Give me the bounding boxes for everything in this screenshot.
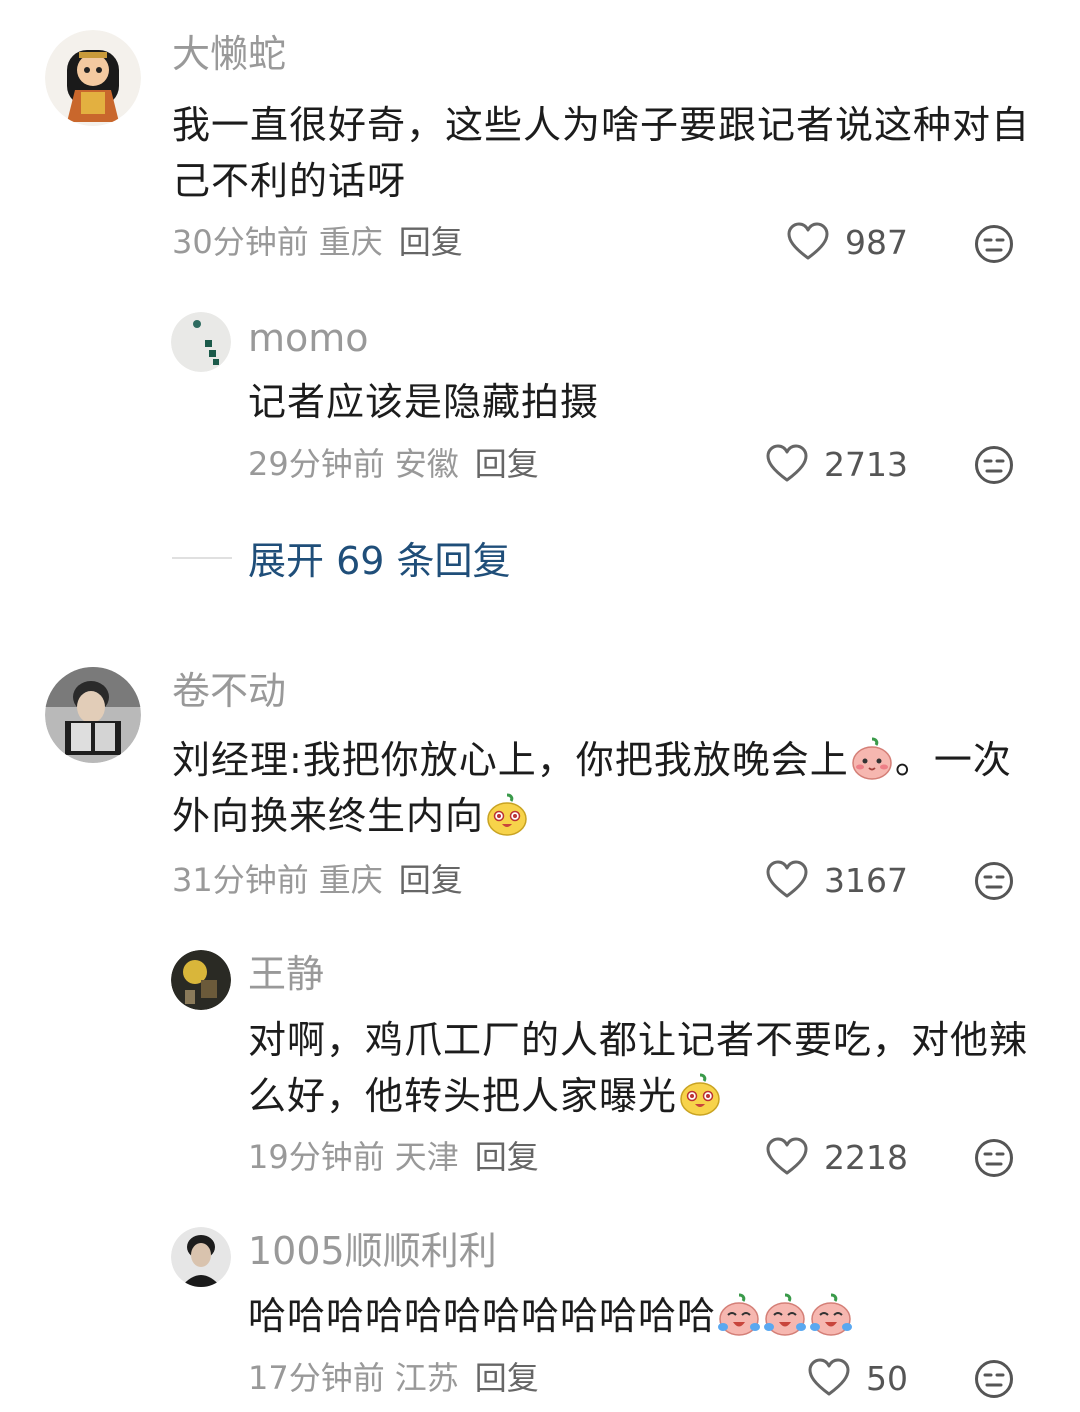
- username[interactable]: momo: [248, 314, 369, 362]
- dislike-button[interactable]: [974, 445, 1014, 485]
- location: 重庆: [318, 861, 383, 899]
- location: 江苏: [394, 1359, 459, 1397]
- dislike-button[interactable]: [974, 861, 1014, 901]
- timestamp: 30分钟前: [172, 223, 309, 261]
- comment-meta: 19分钟前 天津 回复: [248, 1137, 549, 1177]
- comment-text: 记者应该是隐藏拍摄: [248, 380, 600, 424]
- like-button[interactable]: 2218: [766, 1133, 908, 1181]
- meh-face-icon: [975, 1360, 1013, 1398]
- reply-button[interactable]: 回复: [475, 1359, 539, 1397]
- expand-replies-label[interactable]: 展开 69 条回复: [248, 530, 511, 585]
- heart-outline-icon: [766, 444, 808, 482]
- heart-outline-icon: [766, 1137, 808, 1175]
- like-count: 2218: [824, 1137, 908, 1177]
- meh-face-icon: [975, 446, 1013, 484]
- location: 重庆: [318, 223, 383, 261]
- reply-button[interactable]: 回复: [475, 445, 539, 483]
- comment-text: 哈哈哈哈哈哈哈哈哈哈哈哈: [248, 1288, 1038, 1344]
- dislike-button[interactable]: [974, 224, 1014, 264]
- avatar[interactable]: [171, 1227, 231, 1287]
- like-button[interactable]: 50: [808, 1354, 908, 1402]
- pink-laugh-cry-emoji: [716, 1291, 762, 1337]
- divider: [172, 556, 232, 559]
- comment-text-part: 哈哈哈哈哈哈哈哈哈哈哈哈: [248, 1294, 717, 1338]
- comment-meta: 30分钟前 重庆 回复: [172, 222, 473, 262]
- like-count: 987: [845, 222, 908, 262]
- pink-blush-emoji: [849, 735, 895, 781]
- yellow-grin-emoji: [677, 1071, 723, 1117]
- location: 天津: [394, 1138, 459, 1176]
- yellow-grin-emoji: [484, 791, 530, 837]
- username[interactable]: 大懒蛇: [172, 30, 286, 78]
- pink-laugh-cry-emoji: [808, 1291, 854, 1337]
- timestamp: 31分钟前: [172, 861, 309, 899]
- heart-outline-icon: [766, 860, 808, 898]
- avatar[interactable]: [45, 667, 141, 763]
- username[interactable]: 1005顺顺利利: [248, 1227, 497, 1275]
- like-button[interactable]: 3167: [766, 856, 908, 904]
- username[interactable]: 卷不动: [172, 667, 286, 715]
- meh-face-icon: [975, 225, 1013, 263]
- comment-text: 对啊，鸡爪工厂的人都让记者不要吃，对他辣么好，他转头把人家曝光: [248, 1012, 1038, 1124]
- timestamp: 29分钟前: [248, 445, 385, 483]
- pink-laugh-cry-emoji: [762, 1291, 808, 1337]
- like-count: 2713: [824, 444, 908, 484]
- dislike-button[interactable]: [974, 1138, 1014, 1178]
- heart-outline-icon: [787, 222, 829, 260]
- comment-text-part: 对啊，鸡爪工厂的人都让记者不要吃，对他辣么好，他转头把人家曝光: [248, 1018, 1029, 1118]
- heart-outline-icon: [808, 1358, 850, 1396]
- like-button[interactable]: 2713: [766, 440, 908, 488]
- timestamp: 19分钟前: [248, 1138, 385, 1176]
- like-button[interactable]: 987: [787, 218, 908, 266]
- comment-text: 我一直很好奇，这些人为啥子要跟记者说这种对自己不利的话呀: [172, 103, 1031, 203]
- comment-text: 刘经理:我把你放心上，你把我放晚会上 。一次外向换来终生内向: [172, 732, 1032, 844]
- comment-meta: 29分钟前 安徽 回复: [248, 444, 549, 484]
- avatar[interactable]: [171, 950, 231, 1010]
- reply-button[interactable]: 回复: [475, 1138, 539, 1176]
- comment-text-part: 刘经理:我把你放心上，你把我放晚会上: [172, 738, 849, 782]
- location: 安徽: [394, 445, 459, 483]
- reply-button[interactable]: 回复: [399, 861, 463, 899]
- avatar[interactable]: [171, 312, 231, 372]
- username[interactable]: 王静: [248, 950, 324, 998]
- expand-replies-button[interactable]: 展开 69 条回复: [172, 530, 511, 585]
- comment-meta: 31分钟前 重庆 回复: [172, 860, 473, 900]
- reply-button[interactable]: 回复: [399, 223, 463, 261]
- like-count: 3167: [824, 860, 908, 900]
- timestamp: 17分钟前: [248, 1359, 385, 1397]
- like-count: 50: [866, 1358, 908, 1398]
- meh-face-icon: [975, 1139, 1013, 1177]
- dislike-button[interactable]: [974, 1359, 1014, 1399]
- comment-meta: 17分钟前 江苏 回复: [248, 1358, 549, 1398]
- avatar[interactable]: [45, 30, 141, 126]
- meh-face-icon: [975, 862, 1013, 900]
